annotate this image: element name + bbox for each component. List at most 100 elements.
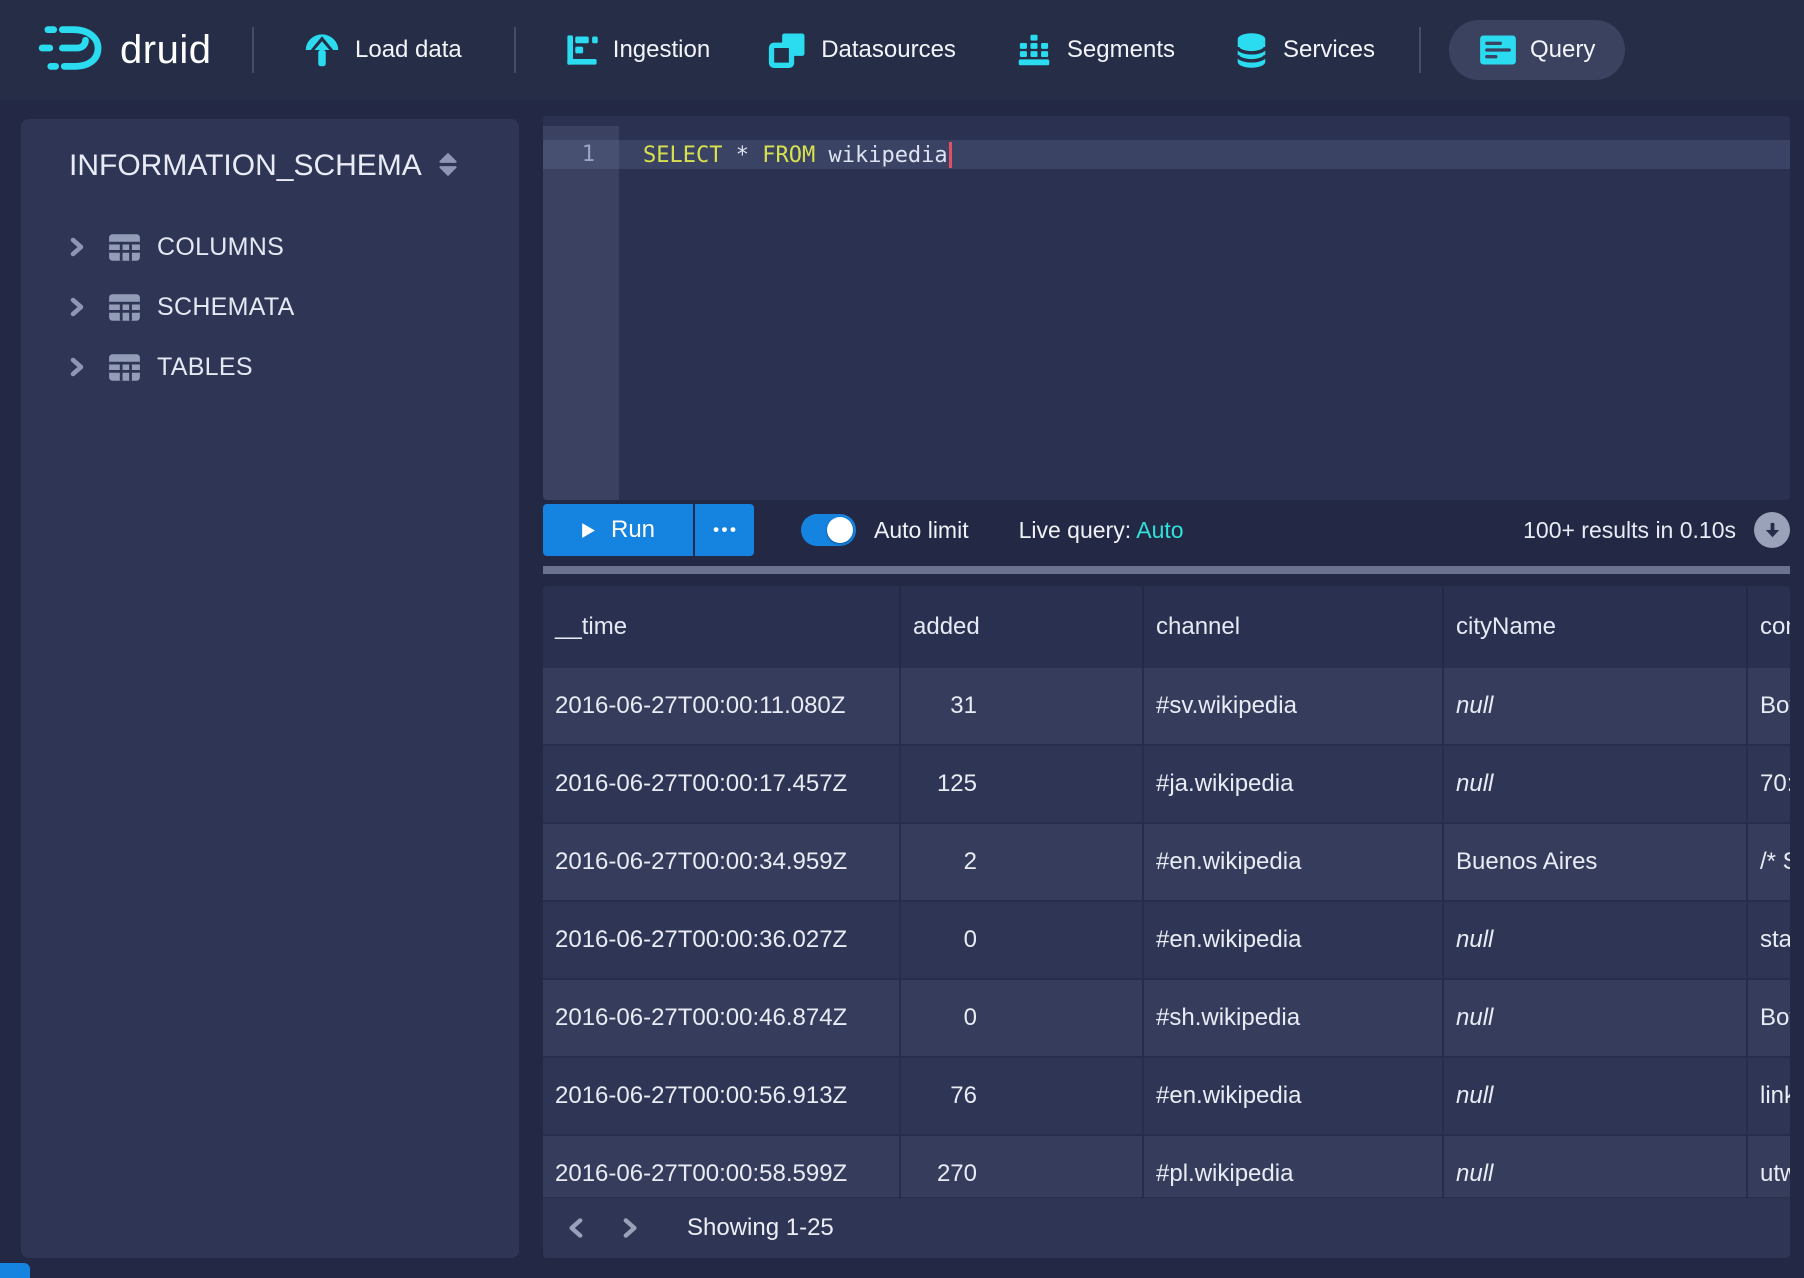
table-row: 2016-06-27T00:00:56.913Z 76 #en.wikipedi…: [543, 1058, 1790, 1136]
tree-item-columns[interactable]: COLUMNS: [21, 217, 519, 277]
column-header-cityname[interactable]: cityName: [1444, 586, 1748, 668]
nav-item-label: Load data: [355, 36, 462, 64]
cell-added[interactable]: 0: [901, 980, 1144, 1056]
cell-cityname[interactable]: null: [1444, 902, 1748, 978]
table-row: 2016-06-27T00:00:46.874Z 0 #sh.wikipedia…: [543, 980, 1790, 1058]
column-header-added[interactable]: added: [901, 586, 1144, 668]
cell-comment[interactable]: Bot: [1748, 980, 1790, 1056]
editor-gutter: [543, 116, 619, 500]
cell-time[interactable]: 2016-06-27T00:00:36.027Z: [543, 902, 901, 978]
cell-added[interactable]: 0: [901, 902, 1144, 978]
nav-item-label: Datasources: [821, 36, 956, 64]
tree-item-schemata[interactable]: SCHEMATA: [21, 277, 519, 337]
sql-editor[interactable]: 1 SELECT * FROM wikipedia: [543, 116, 1790, 500]
cell-comment[interactable]: 70:: [1748, 746, 1790, 822]
cut-off-button-fragment: [0, 1263, 30, 1278]
cell-comment[interactable]: Bot: [1748, 668, 1790, 744]
column-header-comment[interactable]: comment: [1748, 586, 1790, 668]
results-panel: __time added channel cityName comment 20…: [543, 586, 1790, 1258]
results-summary: 100+ results in 0.10s: [1523, 517, 1736, 544]
download-icon[interactable]: [1754, 512, 1790, 548]
brand-name: druid: [120, 28, 211, 73]
sql-text: SELECT * FROM wikipedia: [643, 142, 952, 168]
ellipsis-icon: •••: [711, 520, 739, 540]
previous-page-button[interactable]: [557, 1215, 597, 1241]
schema-panel-header: INFORMATION_SCHEMA: [21, 119, 519, 183]
run-toolbar: Run ••• Auto limit Live query: Auto 100+…: [543, 504, 1790, 556]
navbar-divider: [1419, 27, 1421, 73]
nav-item-query[interactable]: Query: [1449, 20, 1625, 80]
cell-comment[interactable]: link: [1748, 1058, 1790, 1134]
cell-time[interactable]: 2016-06-27T00:00:56.913Z: [543, 1058, 901, 1134]
cell-time[interactable]: 2016-06-27T00:00:46.874Z: [543, 980, 901, 1056]
editor-line-1: 1 SELECT * FROM wikipedia: [543, 140, 1790, 169]
cell-time[interactable]: 2016-06-27T00:00:11.080Z: [543, 668, 901, 744]
nav-item-load-data[interactable]: Load data: [302, 30, 462, 70]
chevron-right-icon: [64, 295, 88, 319]
nav-item-datasources[interactable]: Datasources: [768, 30, 956, 70]
navbar-divider: [514, 27, 516, 73]
run-button-label: Run: [611, 516, 655, 544]
cell-cityname[interactable]: null: [1444, 668, 1748, 744]
column-header-channel[interactable]: channel: [1144, 586, 1444, 668]
cell-channel[interactable]: #ja.wikipedia: [1144, 746, 1444, 822]
tree-item-label: TABLES: [157, 353, 253, 382]
live-query-label: Live query: Auto: [1019, 517, 1184, 544]
double-caret-sort-icon[interactable]: [435, 151, 461, 184]
druid-brand[interactable]: druid: [38, 21, 252, 80]
run-button[interactable]: Run: [543, 504, 693, 556]
cell-comment[interactable]: /* S: [1748, 824, 1790, 900]
cell-added[interactable]: 76: [901, 1058, 1144, 1134]
editor-top-padding: [543, 116, 1790, 126]
schema-tree: COLUMNS SCHEMATA: [21, 217, 519, 397]
table-row: 2016-06-27T00:00:11.080Z 31 #sv.wikipedi…: [543, 668, 1790, 746]
console-icon: [1479, 34, 1517, 66]
results-header-row: __time added channel cityName comment: [543, 586, 1790, 668]
pagination-label: Showing 1-25: [687, 1214, 834, 1242]
druid-logo-icon: [38, 21, 106, 80]
live-query-value[interactable]: Auto: [1136, 517, 1183, 543]
auto-limit-toggle[interactable]: [801, 514, 856, 546]
cell-cityname[interactable]: null: [1444, 1058, 1748, 1134]
nav-item-label: Services: [1283, 36, 1375, 64]
cell-comment[interactable]: sta: [1748, 902, 1790, 978]
next-page-button[interactable]: [609, 1215, 649, 1241]
toggle-knob: [827, 517, 853, 543]
chevron-right-icon: [64, 235, 88, 259]
table-row: 2016-06-27T00:00:34.959Z 2 #en.wikipedia…: [543, 824, 1790, 902]
cell-cityname[interactable]: null: [1444, 746, 1748, 822]
sql-token: wikipedia: [815, 143, 947, 168]
cell-added[interactable]: 31: [901, 668, 1144, 744]
segment-bars-icon: [1014, 30, 1054, 70]
cell-added[interactable]: 125: [901, 746, 1144, 822]
nav-item-label: Ingestion: [613, 36, 710, 64]
chevron-right-icon: [64, 355, 88, 379]
cell-cityname[interactable]: Buenos Aires: [1444, 824, 1748, 900]
nav-item-segments[interactable]: Segments: [1014, 30, 1175, 70]
sql-keyword: SELECT: [643, 143, 722, 168]
text-cursor: [949, 142, 952, 168]
cell-channel[interactable]: #en.wikipedia: [1144, 824, 1444, 900]
sql-keyword: FROM: [762, 143, 815, 168]
tree-item-tables[interactable]: TABLES: [21, 337, 519, 397]
cell-channel[interactable]: #en.wikipedia: [1144, 1058, 1444, 1134]
column-header-time[interactable]: __time: [543, 586, 901, 668]
run-more-button[interactable]: •••: [695, 504, 754, 556]
table-icon: [108, 233, 141, 262]
cell-channel[interactable]: #sv.wikipedia: [1144, 668, 1444, 744]
table-icon: [108, 293, 141, 322]
stacked-squares-icon: [768, 30, 808, 70]
nav-item-ingestion[interactable]: Ingestion: [564, 32, 710, 68]
cell-channel[interactable]: #sh.wikipedia: [1144, 980, 1444, 1056]
cell-time[interactable]: 2016-06-27T00:00:34.959Z: [543, 824, 901, 900]
schema-panel: INFORMATION_SCHEMA COLUMNS: [21, 119, 519, 1258]
nav-item-services[interactable]: Services: [1233, 31, 1375, 70]
table-row: 2016-06-27T00:00:36.027Z 0 #en.wikipedia…: [543, 902, 1790, 980]
nav-item-label: Query: [1530, 36, 1595, 64]
cell-time[interactable]: 2016-06-27T00:00:17.457Z: [543, 746, 901, 822]
cell-cityname[interactable]: null: [1444, 980, 1748, 1056]
cell-channel[interactable]: #en.wikipedia: [1144, 902, 1444, 978]
results-body: 2016-06-27T00:00:11.080Z 31 #sv.wikipedi…: [543, 668, 1790, 1214]
editor-results-splitter[interactable]: [543, 566, 1790, 574]
cell-added[interactable]: 2: [901, 824, 1144, 900]
